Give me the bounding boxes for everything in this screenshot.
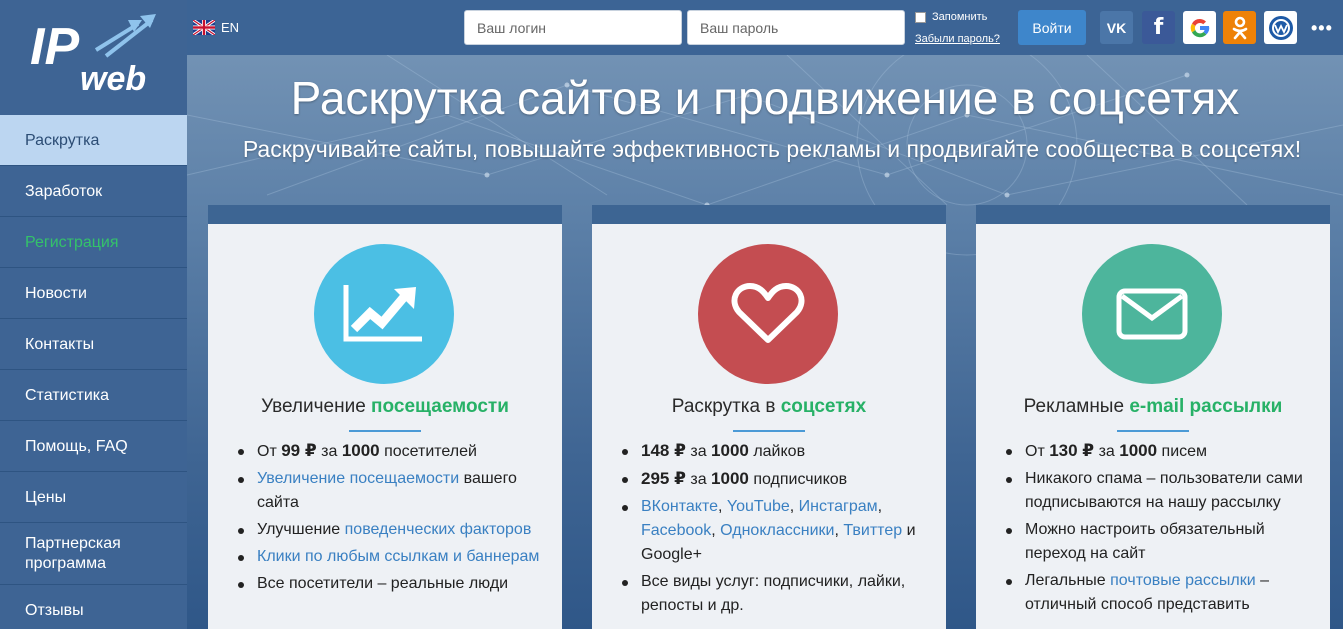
card-separator bbox=[733, 430, 805, 432]
card-title-highlight: соцсетях bbox=[780, 396, 867, 417]
facebook-link[interactable]: Facebook bbox=[641, 522, 711, 539]
logo-web-text: web bbox=[80, 60, 146, 94]
uk-flag-icon bbox=[193, 19, 215, 35]
login-input[interactable] bbox=[464, 10, 682, 45]
sidebar: IP web Раскрутка Заработок Регистрация Н… bbox=[0, 0, 187, 629]
card-traffic-title: Увеличение посещаемости bbox=[208, 396, 562, 418]
card-title-highlight: e-mail рассылки bbox=[1129, 396, 1283, 417]
list-item: От 99 ₽ за 1000 посетителей bbox=[238, 439, 552, 464]
card-separator bbox=[349, 430, 421, 432]
google-icon[interactable] bbox=[1183, 11, 1216, 44]
clicks-link[interactable]: Клики по любым ссылкам и баннерам bbox=[257, 548, 539, 565]
hero-subtitle: Раскручивайте сайты, повышайте эффективн… bbox=[242, 136, 1302, 162]
main-nav: Раскрутка Заработок Регистрация Новости … bbox=[0, 115, 187, 629]
remember-checkbox[interactable]: Запомнить bbox=[915, 11, 987, 23]
nav-item-help-faq[interactable]: Помощь, FAQ bbox=[0, 421, 187, 472]
list-item: Можно настроить обязательный переход на … bbox=[1006, 518, 1320, 566]
card-social-title: Раскрутка в соцсетях bbox=[592, 396, 946, 418]
instagram-link[interactable]: Инстаграм bbox=[799, 498, 878, 515]
ok-glyph bbox=[1232, 16, 1247, 39]
youtube-link[interactable]: YouTube bbox=[727, 498, 790, 515]
webmoney-icon[interactable] bbox=[1264, 11, 1297, 44]
card-email-circle bbox=[1082, 244, 1222, 384]
nav-item-partner-program[interactable]: Партнерская программа bbox=[0, 523, 187, 585]
hero-title: Раскрутка сайтов и продвижение в соцсетя… bbox=[290, 72, 1240, 124]
card-social-circle bbox=[698, 244, 838, 384]
list-item: 295 ₽ за 1000 подписчиков bbox=[622, 467, 936, 492]
list-item: Клики по любым ссылкам и баннерам bbox=[238, 545, 552, 569]
twitter-link[interactable]: Твиттер bbox=[843, 522, 902, 539]
more-menu-icon[interactable]: ••• bbox=[1311, 18, 1333, 39]
nav-item-contacts[interactable]: Контакты bbox=[0, 319, 187, 370]
password-input[interactable] bbox=[687, 10, 905, 45]
nav-item-raskrutka[interactable]: Раскрутка bbox=[0, 115, 187, 166]
webmoney-glyph bbox=[1268, 15, 1293, 40]
chart-growth-icon bbox=[343, 285, 422, 342]
traffic-link[interactable]: Увеличение посещаемости bbox=[257, 470, 459, 487]
nav-item-reviews[interactable]: Отзывы bbox=[0, 585, 187, 629]
vk-icon[interactable]: VK bbox=[1100, 11, 1133, 44]
list-item: Все виды услуг: подписчики, лайки, репос… bbox=[622, 570, 936, 618]
list-item: От 130 ₽ за 1000 писем bbox=[1006, 439, 1320, 464]
card-email-title: Рекламные e-mail рассылки bbox=[976, 396, 1330, 418]
vk-icon-label: VK bbox=[1106, 19, 1127, 36]
list-item: ВКонтакте, YouTube, Инстаграм, Facebook,… bbox=[622, 495, 936, 567]
card-social-list: 148 ₽ за 1000 лайков 295 ₽ за 1000 подпи… bbox=[622, 439, 936, 621]
google-glyph bbox=[1190, 18, 1209, 37]
email-mailings-link[interactable]: почтовые рассылки bbox=[1110, 572, 1256, 589]
vk-link[interactable]: ВКонтакте bbox=[641, 498, 718, 515]
card-social: Раскрутка в соцсетях 148 ₽ за 1000 лайко… bbox=[592, 205, 946, 629]
login-button[interactable]: Войти bbox=[1018, 10, 1086, 45]
heart-icon bbox=[731, 283, 805, 343]
card-traffic-list: От 99 ₽ за 1000 посетителей Увеличение п… bbox=[238, 439, 552, 599]
language-switch[interactable]: EN bbox=[193, 19, 239, 35]
odnoklassniki-link[interactable]: Одноклассники bbox=[720, 522, 834, 539]
ipweb-logo[interactable]: IP web bbox=[28, 12, 158, 94]
facebook-icon-label: f bbox=[1153, 15, 1164, 40]
list-item: Все посетители – реальные люди bbox=[238, 572, 552, 596]
list-item: Увеличение посещаемости вашего сайта bbox=[238, 467, 552, 515]
card-email: Рекламные e-mail рассылки От 130 ₽ за 10… bbox=[976, 205, 1330, 629]
nav-item-news[interactable]: Новости bbox=[0, 268, 187, 319]
list-item: Улучшение поведенческих факторов bbox=[238, 518, 552, 542]
nav-item-registration[interactable]: Регистрация bbox=[0, 217, 187, 268]
card-title-plain: Увеличение bbox=[261, 396, 372, 417]
hero-section: Раскрутка сайтов и продвижение в соцсетя… bbox=[187, 55, 1343, 629]
language-label: EN bbox=[221, 19, 240, 35]
nav-item-prices[interactable]: Цены bbox=[0, 472, 187, 523]
remember-label: Запомнить bbox=[932, 11, 988, 23]
list-item: Никакого спама – пользователи сами подпи… bbox=[1006, 467, 1320, 515]
facebook-icon[interactable]: f bbox=[1142, 11, 1175, 44]
card-title-plain: Рекламные bbox=[1023, 396, 1130, 417]
card-email-list: От 130 ₽ за 1000 писем Никакого спама – … bbox=[1006, 439, 1320, 620]
list-item: 148 ₽ за 1000 лайков bbox=[622, 439, 936, 464]
nav-item-zarabotok[interactable]: Заработок bbox=[0, 166, 187, 217]
list-item: Легальные почтовые рассылки – отличный с… bbox=[1006, 569, 1320, 617]
card-traffic-circle bbox=[314, 244, 454, 384]
odnoklassniki-icon[interactable] bbox=[1223, 11, 1256, 44]
envelope-icon bbox=[1116, 288, 1188, 340]
behavior-factors-link[interactable]: поведенческих факторов bbox=[345, 521, 532, 538]
card-title-plain: Раскрутка в bbox=[671, 396, 781, 417]
checkbox-box[interactable] bbox=[915, 11, 926, 23]
card-separator bbox=[1117, 430, 1189, 432]
card-traffic: Увеличение посещаемости От 99 ₽ за 1000 … bbox=[208, 205, 562, 629]
forgot-password-link[interactable]: Забыли пароль? bbox=[915, 33, 1000, 45]
nav-item-statistics[interactable]: Статистика bbox=[0, 370, 187, 421]
card-title-highlight: посещаемости bbox=[371, 396, 509, 417]
logo-ip-text: IP bbox=[30, 18, 79, 76]
top-bar: EN Запомнить Забыли пароль? Войти VK f bbox=[187, 0, 1343, 55]
